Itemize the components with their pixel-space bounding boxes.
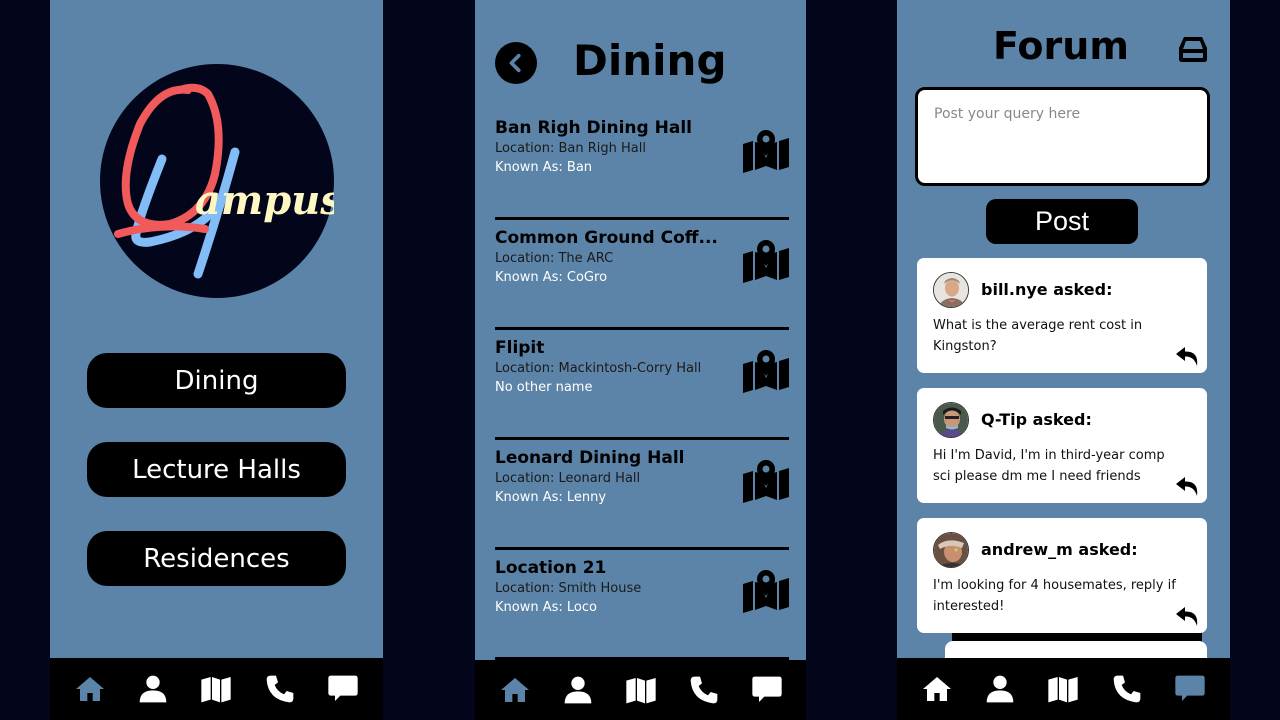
map-icon (1048, 677, 1079, 703)
nav-contact[interactable] (262, 671, 298, 707)
map-location-button[interactable] (741, 458, 791, 504)
forum-post[interactable]: Q-Tip asked: Hi I'm David, I'm in third-… (917, 388, 1207, 503)
bottom-nav (50, 658, 383, 720)
avatar-image (934, 403, 968, 437)
qampus-logo: ampus (100, 64, 343, 298)
post-body: I'm looking for 4 housemates, reply if i… (933, 578, 1176, 614)
forum-post[interactable]: andrew_m asked: I'm looking for 4 housem… (917, 518, 1207, 633)
nav-contact[interactable] (686, 672, 722, 708)
nav-forum[interactable] (749, 672, 785, 708)
map-location-icon (743, 350, 789, 393)
dining-button[interactable]: Dining (87, 353, 346, 408)
map-location-icon (743, 130, 789, 173)
lecture-halls-button[interactable]: Lecture Halls (87, 442, 346, 497)
home-icon (500, 678, 529, 702)
forum-post[interactable]: bill.nye asked: What is the average rent… (917, 258, 1207, 373)
map-icon (201, 677, 232, 703)
nav-map[interactable] (1045, 671, 1081, 707)
post-body: Hi I'm David, I'm in third-year comp sci… (933, 448, 1165, 484)
dining-screen: Dining Ban Righ Dining Hall Location: Ba… (475, 0, 806, 720)
residences-button[interactable]: Residences (87, 531, 346, 586)
phone-icon (690, 676, 717, 704)
home-icon (922, 677, 951, 701)
nav-profile[interactable] (135, 671, 171, 707)
phone-icon (1113, 675, 1141, 703)
nav-profile[interactable] (560, 672, 596, 708)
page-title: Dining (573, 36, 727, 85)
dining-item[interactable]: Ban Righ Dining Hall Location: Ban Righ … (495, 110, 789, 220)
back-button[interactable] (495, 42, 537, 84)
phone-icon (266, 675, 294, 703)
nav-map[interactable] (623, 672, 659, 708)
reply-button[interactable] (1175, 345, 1201, 367)
reply-button[interactable] (1175, 605, 1201, 627)
home-icon (75, 677, 104, 701)
avatar (933, 272, 969, 308)
nav-home[interactable] (72, 671, 108, 707)
nav-contact[interactable] (1109, 671, 1145, 707)
map-location-icon (743, 460, 789, 503)
bottom-nav (475, 660, 806, 720)
reply-icon (1176, 607, 1198, 626)
nav-home[interactable] (497, 672, 533, 708)
chat-icon (328, 675, 358, 701)
map-icon (625, 678, 656, 704)
avatar (933, 532, 969, 568)
map-location-icon (743, 570, 789, 613)
user-icon (564, 676, 591, 704)
home-screen: ampus Dining Lecture Halls Residences (50, 0, 383, 720)
reply-icon (1176, 347, 1198, 366)
nav-home[interactable] (919, 671, 955, 707)
inbox-button[interactable] (1177, 34, 1209, 64)
nav-map[interactable] (198, 671, 234, 707)
chat-icon (1175, 675, 1205, 701)
post-body: What is the average rent cost in Kingsto… (933, 318, 1143, 354)
post-button[interactable]: Post (986, 199, 1138, 244)
map-location-icon (743, 240, 789, 283)
avatar (933, 402, 969, 438)
chat-icon (751, 676, 782, 702)
chevron-left-icon (509, 53, 521, 73)
bottom-nav (897, 658, 1230, 720)
user-icon (986, 675, 1014, 703)
reply-icon (1176, 477, 1198, 496)
post-author: andrew_m asked: (981, 540, 1138, 559)
qampus-logo-icon: ampus (114, 83, 343, 279)
forum-screen: Forum Post bill.nye asked: What is the a… (897, 0, 1230, 720)
map-location-button[interactable] (741, 348, 791, 394)
query-input[interactable] (915, 87, 1210, 186)
dining-item[interactable]: Leonard Dining Hall Location: Leonard Ha… (495, 440, 789, 550)
dining-item[interactable]: Common Ground Coff... Location: The ARC … (495, 220, 789, 330)
avatar-image (934, 533, 968, 567)
logo-text: ampus (195, 177, 334, 224)
map-location-button[interactable] (741, 128, 791, 174)
nav-profile[interactable] (982, 671, 1018, 707)
inbox-icon (1179, 37, 1207, 62)
reply-button[interactable] (1175, 475, 1201, 497)
nav-forum[interactable] (325, 671, 361, 707)
avatar-image (934, 273, 968, 307)
post-author: bill.nye asked: (981, 280, 1113, 299)
nav-forum[interactable] (1172, 671, 1208, 707)
dining-item[interactable]: Flipit Location: Mackintosh-Corry Hall N… (495, 330, 789, 440)
dining-list: Ban Righ Dining Hall Location: Ban Righ … (495, 110, 789, 660)
page-title: Forum (993, 24, 1129, 68)
map-location-button[interactable] (741, 238, 791, 284)
post-author: Q-Tip asked: (981, 410, 1092, 429)
user-icon (139, 675, 167, 703)
dining-item[interactable]: Location 21 Location: Smith House Known … (495, 550, 789, 660)
map-location-button[interactable] (741, 568, 791, 614)
